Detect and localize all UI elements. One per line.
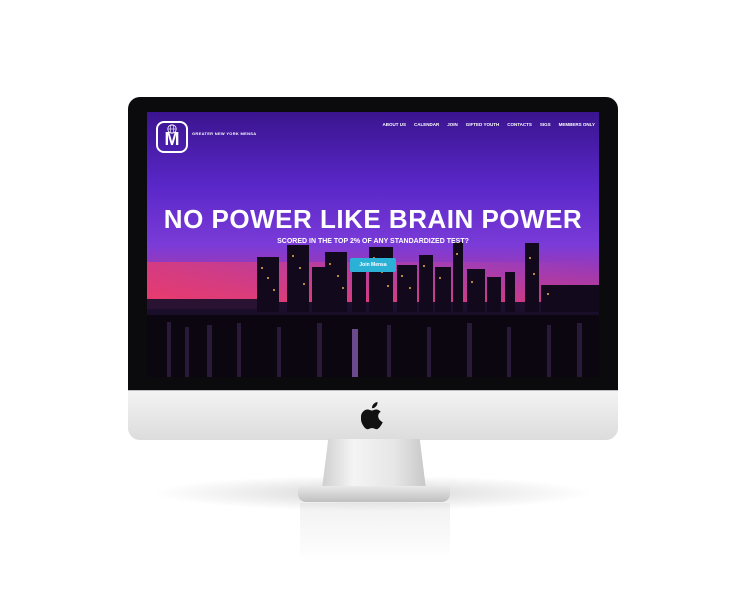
hero-title: NO POWER LIKE BRAIN POWER [163,204,583,234]
brand-name[interactable]: GREATER NEW YORK MENSA [192,131,256,136]
nav-contacts[interactable]: CONTACTS [507,122,532,127]
nav-calendar[interactable]: CALENDAR [414,122,439,127]
mensa-logo[interactable]: M [156,121,188,153]
top-nav: ABOUT US CALENDAR JOIN GIFTED YOUTH CONT… [383,122,595,127]
apple-logo-icon [361,402,383,430]
nav-members-only[interactable]: MEMBERS ONLY [559,122,595,127]
nav-join[interactable]: JOIN [447,122,458,127]
hero-subtitle: SCORED IN THE TOP 2% OF ANY STANDARDIZED… [277,238,469,245]
stand-neck [322,439,426,489]
nav-gifted-youth[interactable]: GIFTED YOUTH [466,122,499,127]
logo-letter: M [164,129,180,149]
nav-about-us[interactable]: ABOUT US [383,122,407,127]
stand-foot [298,486,450,502]
join-mensa-button[interactable]: Join Mensa [350,258,396,272]
nav-sigs[interactable]: SIGS [540,122,551,127]
stand-reflection [300,503,450,563]
website-screen: M GREATER NEW YORK MENSA ABOUT US CALEND… [147,112,599,377]
